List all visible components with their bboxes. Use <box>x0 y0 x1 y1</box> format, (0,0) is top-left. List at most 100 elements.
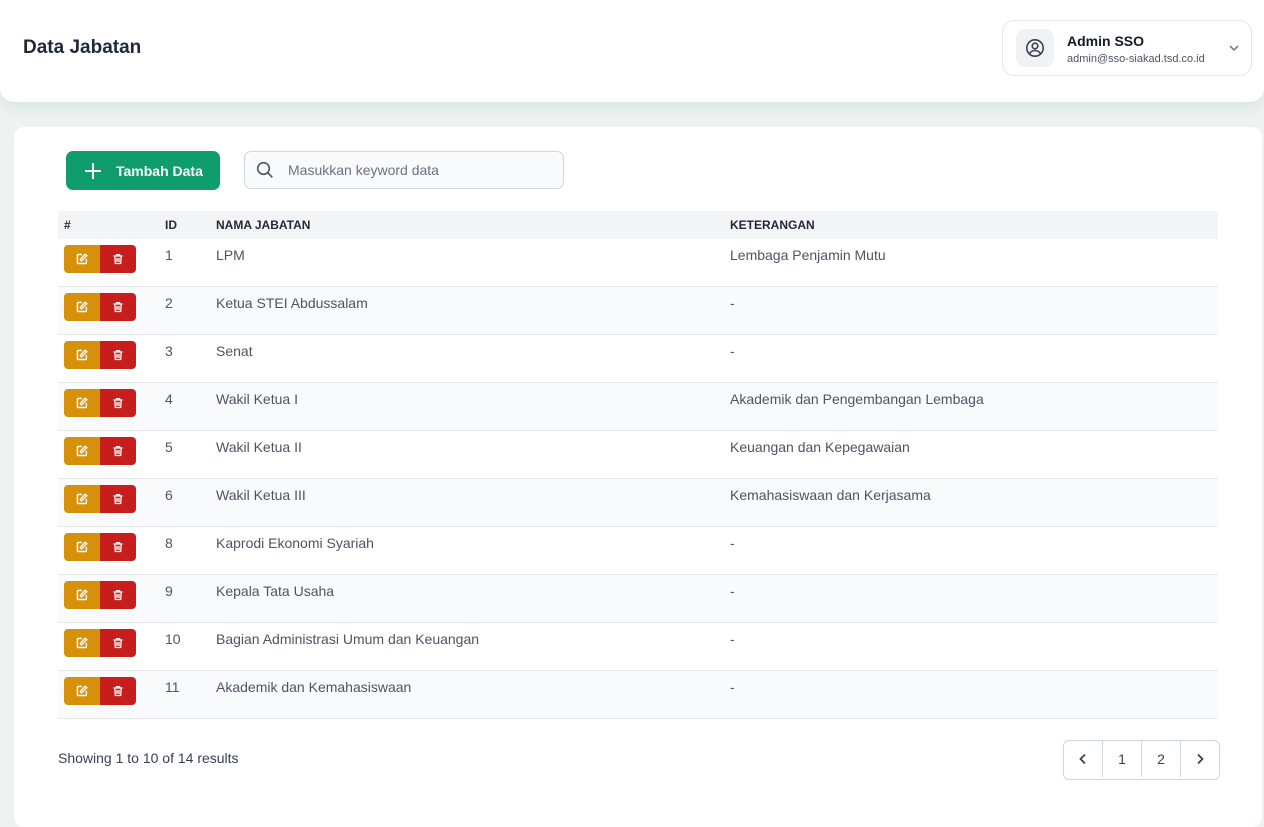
cell-keterangan: - <box>730 670 1218 719</box>
delete-button[interactable] <box>100 677 136 705</box>
edit-button[interactable] <box>64 341 100 369</box>
cell-id: 4 <box>165 382 216 431</box>
chevron-left-icon <box>1079 753 1086 765</box>
cell-keterangan: Kemahasiswaan dan Kerjasama <box>730 478 1218 527</box>
row-actions <box>58 574 165 623</box>
cell-nama-jabatan: Wakil Ketua III <box>216 478 730 527</box>
cell-keterangan: - <box>730 622 1218 671</box>
top-bar: Data Jabatan Admin SSO admin@sso-siakad.… <box>0 0 1264 102</box>
user-menu[interactable]: Admin SSO admin@sso-siakad.tsd.co.id <box>1002 20 1252 76</box>
delete-button[interactable] <box>100 533 136 561</box>
search-box[interactable] <box>244 151 564 189</box>
prev-page-button[interactable] <box>1064 741 1103 777</box>
delete-button[interactable] <box>100 245 136 273</box>
cell-nama-jabatan: Kaprodi Ekonomi Syariah <box>216 526 730 575</box>
table-row: 5 Wakil Ketua II Keuangan dan Kepegawaian <box>58 430 1218 479</box>
page-1-button[interactable]: 1 <box>1103 741 1142 777</box>
row-actions <box>58 622 165 671</box>
cell-keterangan: - <box>730 574 1218 623</box>
delete-button[interactable] <box>100 581 136 609</box>
add-data-label: Tambah Data <box>116 162 203 179</box>
table-row: 10 Bagian Administrasi Umum dan Keuangan - <box>58 622 1218 671</box>
cell-nama-jabatan: Wakil Ketua II <box>216 430 730 479</box>
table-row: 8 Kaprodi Ekonomi Syariah - <box>58 526 1218 575</box>
edit-button[interactable] <box>64 293 100 321</box>
edit-button[interactable] <box>64 581 100 609</box>
column-header-id: ID <box>165 211 216 239</box>
delete-button[interactable] <box>100 341 136 369</box>
cell-nama-jabatan: Akademik dan Kemahasiswaan <box>216 670 730 719</box>
cell-nama-jabatan: Senat <box>216 334 730 383</box>
delete-button[interactable] <box>100 437 136 465</box>
cell-id: 8 <box>165 526 216 575</box>
table-row: 11 Akademik dan Kemahasiswaan - <box>58 670 1218 719</box>
table-row: 3 Senat - <box>58 334 1218 383</box>
results-summary: Showing 1 to 10 of 14 results <box>58 750 239 766</box>
cell-id: 5 <box>165 430 216 479</box>
delete-button[interactable] <box>100 389 136 417</box>
plus-icon <box>84 162 102 180</box>
trash-icon <box>112 541 124 553</box>
cell-keterangan: Lembaga Penjamin Mutu <box>730 239 1218 287</box>
edit-icon <box>76 685 88 697</box>
table-header-row: # ID NAMA JABATAN KETERANGAN <box>58 211 1218 239</box>
row-actions <box>58 382 165 431</box>
table-row: 1 LPM Lembaga Penjamin Mutu <box>58 239 1218 287</box>
edit-icon <box>76 445 88 457</box>
cell-id: 10 <box>165 622 216 671</box>
edit-button[interactable] <box>64 389 100 417</box>
edit-button[interactable] <box>64 533 100 561</box>
trash-icon <box>112 445 124 457</box>
search-input[interactable] <box>286 161 540 179</box>
page-2-button[interactable]: 2 <box>1142 741 1181 777</box>
edit-button[interactable] <box>64 677 100 705</box>
chevron-down-icon[interactable] <box>1227 41 1241 60</box>
table-row: 6 Wakil Ketua III Kemahasiswaan dan Kerjas… <box>58 478 1218 527</box>
table-row: 9 Kepala Tata Usaha - <box>58 574 1218 623</box>
delete-button[interactable] <box>100 293 136 321</box>
edit-icon <box>76 493 88 505</box>
cell-nama-jabatan: LPM <box>216 239 730 287</box>
trash-icon <box>112 637 124 649</box>
delete-button[interactable] <box>100 629 136 657</box>
cell-id: 11 <box>165 670 216 719</box>
row-actions <box>58 334 165 383</box>
search-icon <box>256 161 274 179</box>
add-data-button[interactable]: Tambah Data <box>66 151 220 190</box>
page-title: Data Jabatan <box>23 37 142 58</box>
edit-icon <box>76 397 88 409</box>
jabatan-table: # ID NAMA JABATAN KETERANGAN 1 LPM Lembaga… <box>58 211 1218 719</box>
edit-button[interactable] <box>64 485 100 513</box>
column-header-hash: # <box>58 211 165 239</box>
edit-icon <box>76 589 88 601</box>
cell-id: 9 <box>165 574 216 623</box>
cell-keterangan: - <box>730 526 1218 575</box>
edit-icon <box>76 301 88 313</box>
edit-button[interactable] <box>64 245 100 273</box>
cell-keterangan: - <box>730 286 1218 335</box>
cell-id: 1 <box>165 239 216 287</box>
delete-button[interactable] <box>100 485 136 513</box>
edit-button[interactable] <box>64 437 100 465</box>
user-name: Admin SSO <box>1067 33 1145 49</box>
edit-button[interactable] <box>64 629 100 657</box>
column-header-nama-jabatan: NAMA JABATAN <box>216 211 730 239</box>
row-actions <box>58 286 165 335</box>
next-page-button[interactable] <box>1181 741 1219 777</box>
row-actions <box>58 239 165 287</box>
cell-nama-jabatan: Bagian Administrasi Umum dan Keuangan <box>216 622 730 671</box>
cell-id: 6 <box>165 478 216 527</box>
cell-keterangan: Keuangan dan Kepegawaian <box>730 430 1218 479</box>
cell-id: 3 <box>165 334 216 383</box>
trash-icon <box>112 301 124 313</box>
edit-icon <box>76 637 88 649</box>
trash-icon <box>112 349 124 361</box>
pagination: 1 2 <box>1063 740 1220 780</box>
edit-icon <box>76 349 88 361</box>
cell-nama-jabatan: Wakil Ketua I <box>216 382 730 431</box>
row-actions <box>58 430 165 479</box>
edit-icon <box>76 253 88 265</box>
cell-id: 2 <box>165 286 216 335</box>
trash-icon <box>112 397 124 409</box>
edit-icon <box>76 541 88 553</box>
